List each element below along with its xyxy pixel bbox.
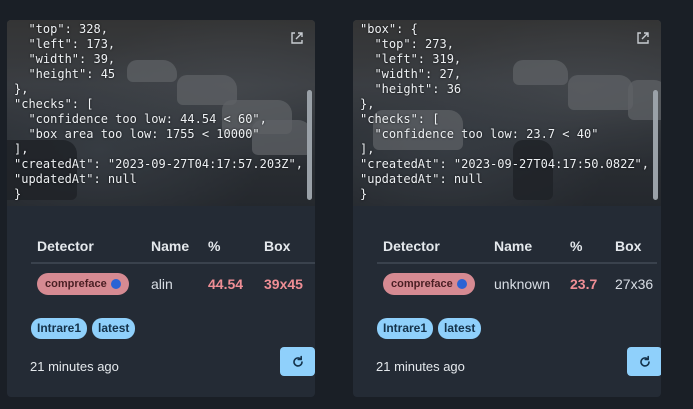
col-pct: % [208,238,221,254]
tag-camera[interactable]: Intrare1 [31,318,88,339]
external-link-icon[interactable] [290,31,304,45]
timestamp: 21 minutes ago [376,359,465,374]
detector-label: compreface [45,278,107,290]
col-pct: % [570,238,583,254]
box-size: 27x36 [615,276,654,292]
json-text: "box": { "top": 273, "left": 319, "width… [360,22,649,201]
table-row: compreface alin 44.54 39x45 [7,273,315,297]
confidence-value: 23.7 [570,276,598,292]
scrollbar[interactable] [653,90,658,200]
reprocess-button[interactable] [627,347,661,376]
col-detector: Detector [37,238,94,254]
event-card-2: "box": { "top": 273, "left": 319, "width… [353,20,661,397]
refresh-icon [639,355,650,367]
table-header: Detector Name % Box [7,238,315,262]
refresh-icon [292,355,303,367]
match-name: unknown [494,276,551,292]
col-detector: Detector [383,238,440,254]
detector-badge: compreface [37,273,129,295]
scrollbar[interactable] [307,90,312,200]
tag-latest[interactable]: latest [438,318,482,339]
detector-badge: compreface [383,273,475,295]
match-name: alin [151,276,173,292]
detector-label: compreface [391,278,453,290]
status-dot-icon [110,279,121,289]
json-text: "top": 328, "left": 173, "width": 39, "h… [14,22,303,201]
col-name: Name [151,238,190,254]
status-dot-icon [456,279,467,289]
external-link-icon[interactable] [636,31,650,45]
reprocess-button[interactable] [280,347,315,376]
snapshot-image[interactable]: "box": { "top": 273, "left": 319, "width… [353,20,661,206]
snapshot-image[interactable]: "top": 328, "left": 173, "width": 39, "h… [7,20,315,206]
table-row: compreface unknown 23.7 27x36 [353,273,661,297]
tag-list: Intrare1 latest [31,318,136,339]
col-box: Box [615,238,642,254]
box-size: 39x45 [264,276,303,292]
tag-latest[interactable]: latest [92,318,136,339]
event-card-1: "top": 328, "left": 173, "width": 39, "h… [7,20,315,397]
divider [377,262,657,264]
table-header: Detector Name % Box [353,238,661,262]
col-box: Box [264,238,291,254]
divider [31,262,315,264]
tag-list: Intrare1 latest [377,318,482,339]
confidence-value: 44.54 [208,276,244,292]
tag-camera[interactable]: Intrare1 [377,318,434,339]
col-name: Name [494,238,533,254]
timestamp: 21 minutes ago [30,359,119,374]
